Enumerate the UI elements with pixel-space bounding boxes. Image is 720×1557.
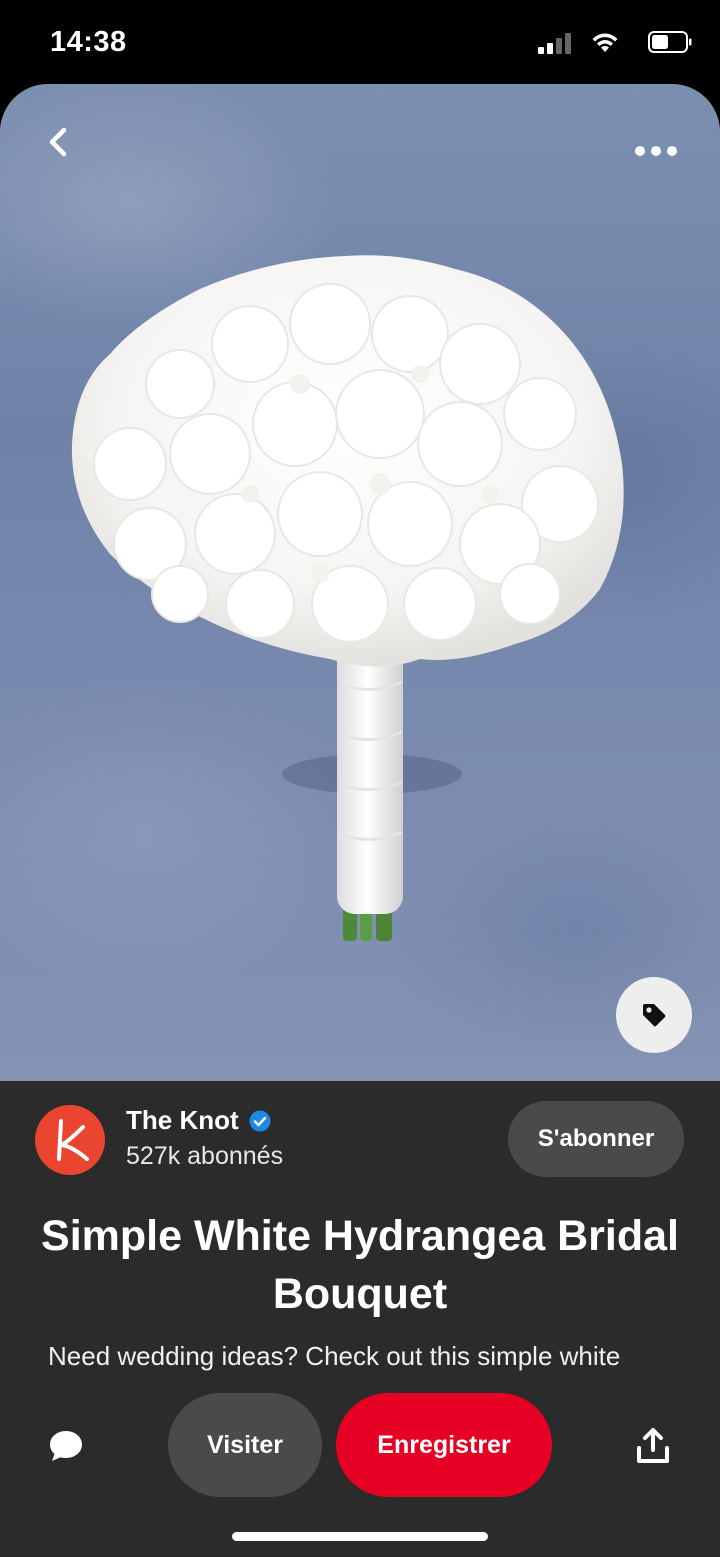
creator-followers: 527k abonnés bbox=[126, 1142, 284, 1170]
share-button[interactable] bbox=[634, 1426, 672, 1466]
home-indicator[interactable] bbox=[232, 1532, 488, 1541]
wifi-icon bbox=[592, 33, 618, 52]
shop-tag-button[interactable] bbox=[616, 977, 692, 1053]
pin-sheet: The Knot 527k abonnés S'abonner Simple W… bbox=[0, 84, 720, 1557]
tag-icon bbox=[643, 1004, 666, 1027]
status-icons bbox=[532, 28, 692, 58]
pin-description: Need wedding ideas? Check out this simpl… bbox=[48, 1341, 621, 1371]
status-bar: 14:38 bbox=[0, 0, 720, 84]
pin-title: Simple White Hydrangea Bridal Bouquet bbox=[41, 1212, 679, 1318]
creator-name[interactable]: The Knot bbox=[126, 1105, 239, 1136]
visit-button[interactable]: Visiter bbox=[168, 1393, 322, 1497]
comment-button[interactable] bbox=[46, 1426, 86, 1466]
creator-avatar[interactable] bbox=[35, 1105, 105, 1175]
status-time: 14:38 bbox=[50, 26, 127, 58]
the-knot-logo bbox=[57, 1119, 89, 1161]
verified-badge-icon bbox=[249, 1110, 271, 1132]
more-options-button[interactable] bbox=[632, 136, 680, 166]
follow-button[interactable]: S'abonner bbox=[508, 1101, 684, 1177]
battery-icon bbox=[648, 31, 692, 53]
cellular-signal-icon bbox=[538, 32, 572, 54]
pin-image[interactable] bbox=[0, 84, 720, 1081]
creator-row: The Knot 527k abonnés S'abonner bbox=[0, 1081, 720, 1191]
save-button[interactable]: Enregistrer bbox=[336, 1393, 552, 1497]
bouquet-illustration bbox=[71, 255, 624, 941]
back-button[interactable] bbox=[40, 122, 80, 162]
